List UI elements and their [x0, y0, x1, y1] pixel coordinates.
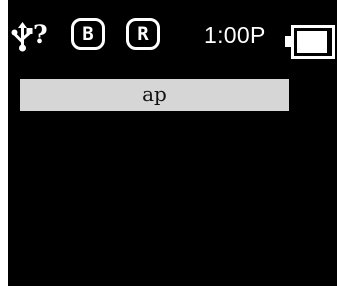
main-area: ap [8, 68, 337, 286]
badge-r-icon: R [126, 18, 160, 50]
status-bar: ? B R 1:00P [8, 0, 337, 68]
usb-icon [11, 22, 33, 52]
battery-icon [285, 25, 337, 59]
device-screen: ? B R 1:00P ap [8, 0, 337, 286]
text-input-field[interactable]: ap [20, 79, 289, 111]
battery-level [297, 31, 327, 53]
badge-b-icon: B [71, 18, 105, 50]
battery-body [291, 25, 335, 59]
unknown-status-icon: ? [33, 20, 48, 49]
clock: 1:00P [204, 22, 266, 48]
